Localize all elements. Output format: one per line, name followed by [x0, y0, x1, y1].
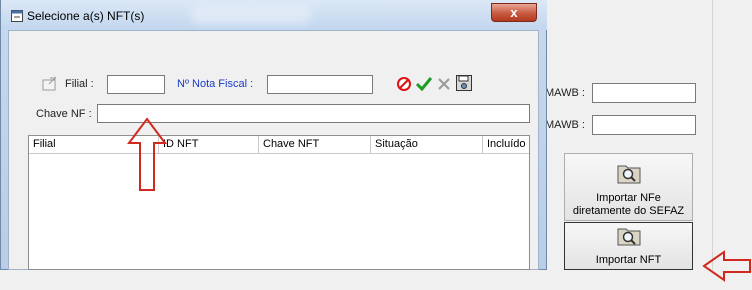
folder-search-icon — [616, 161, 642, 189]
window-app-icon — [11, 10, 23, 25]
filial-input[interactable] — [107, 75, 165, 94]
import-nft-label: Importar NFT — [595, 254, 662, 266]
nft-grid[interactable]: Filial ID NFT Chave NFT Situação Incluíd… — [28, 135, 530, 270]
chave-nf-label: Chave NF : — [36, 108, 92, 120]
cancel-icon[interactable] — [395, 75, 413, 93]
import-nfe-sefaz-button[interactable]: Importar NFe diretamente do SEFAZ — [564, 153, 693, 221]
grid-header: Filial ID NFT Chave NFT Situação Incluíd… — [29, 136, 529, 154]
column-header-id-nft[interactable]: ID NFT — [159, 136, 259, 153]
annotation-arrow-left — [702, 250, 751, 282]
column-header-chave-nft[interactable]: Chave NFT — [259, 136, 371, 153]
filial-label: Filial : — [65, 78, 94, 90]
title-bar-decoration — [191, 6, 311, 24]
column-header-incluido[interactable]: Incluído — [483, 136, 529, 153]
background-divider — [712, 0, 713, 270]
nota-fiscal-input[interactable] — [267, 75, 373, 94]
import-nft-button[interactable]: Importar NFT — [564, 222, 693, 270]
import-nfe-sefaz-label-1: Importar NFe — [596, 192, 661, 204]
dialog-title: Selecione a(s) NFT(s) — [27, 9, 145, 23]
folder-search-icon — [616, 225, 642, 251]
dialog-title-bar[interactable]: Selecione a(s) NFT(s) x — [1, 0, 547, 30]
mawb-input-1[interactable] — [592, 83, 696, 103]
close-icon: x — [510, 5, 518, 20]
mawb-label-1: MAWB : — [545, 87, 585, 99]
mawb-label-2: MAWB : — [545, 119, 585, 131]
import-nfe-sefaz-label-2: diretamente do SEFAZ — [572, 205, 685, 217]
check-icon[interactable] — [415, 75, 433, 93]
nota-fiscal-label: Nº Nota Fiscal : — [177, 78, 254, 90]
close-button[interactable]: x — [491, 3, 537, 22]
annotation-arrow-up — [127, 117, 167, 191]
save-icon[interactable] — [455, 74, 473, 92]
edit-file-icon[interactable] — [41, 75, 59, 93]
column-header-situacao[interactable]: Situação — [371, 136, 483, 153]
clear-icon[interactable] — [435, 75, 453, 93]
mawb-input-2[interactable] — [592, 115, 696, 135]
select-nft-dialog: Selecione a(s) NFT(s) x Filial : Nº Nota… — [0, 0, 547, 270]
